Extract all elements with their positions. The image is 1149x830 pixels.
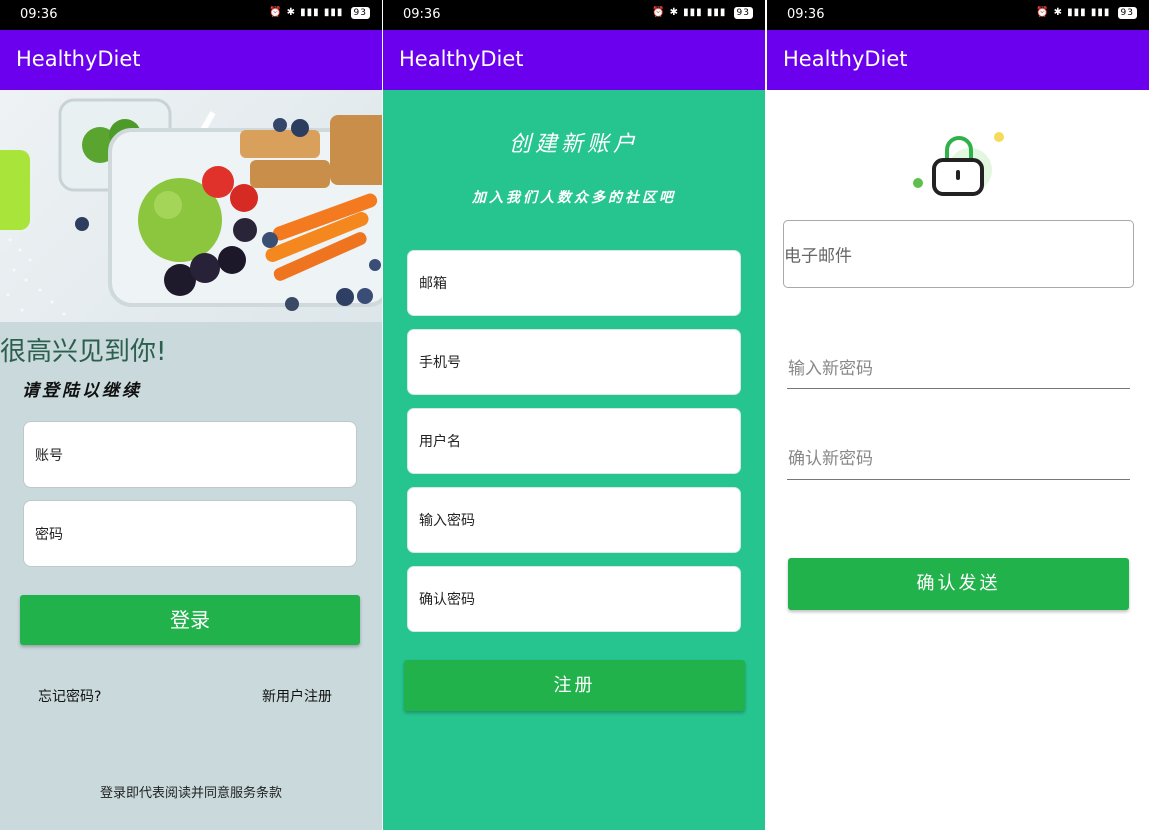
username-label: 用户名 — [419, 434, 461, 450]
password-label: 输入密码 — [419, 513, 475, 529]
confirm-password-label: 确认密码 — [419, 592, 475, 608]
app-title: HealthyDiet — [16, 47, 141, 71]
battery-icon: 93 — [1117, 7, 1137, 19]
hero-food-image — [0, 90, 382, 322]
username-field[interactable]: 用户名 — [407, 408, 741, 474]
email-field[interactable]: 邮箱 — [407, 250, 741, 316]
register-subtitle: 加入我们人数众多的社区吧 — [472, 190, 676, 206]
status-icons: ⏰ ✱ ▮▮▮ ▮▮▮ 93 — [652, 7, 753, 19]
status-bar: 09:36 ⏰ ✱ ▮▮▮ ▮▮▮ 93 — [383, 0, 765, 30]
app-title: HealthyDiet — [783, 47, 908, 71]
register-button[interactable]: 注册 — [404, 660, 745, 711]
confirm-password-field[interactable]: 确认密码 — [407, 566, 741, 632]
password-input[interactable]: 密码 — [23, 500, 357, 567]
status-icons: ⏰ ✱ ▮▮▮ ▮▮▮ 93 — [1036, 7, 1137, 19]
phone-label: 手机号 — [419, 355, 461, 371]
register-link[interactable]: 新用户注册 — [262, 686, 332, 706]
email-input[interactable]: 电子邮件 — [783, 220, 1134, 288]
phone-field[interactable]: 手机号 — [407, 329, 741, 395]
status-time: 09:36 — [20, 7, 58, 22]
app-title: HealthyDiet — [399, 47, 524, 71]
battery-icon: 93 — [350, 7, 370, 19]
login-button[interactable]: 登录 — [20, 595, 360, 645]
status-time: 09:36 — [787, 7, 825, 22]
email-label: 邮箱 — [419, 276, 447, 292]
account-placeholder: 账号 — [35, 447, 63, 464]
status-bar: 09:36 ⏰ ✱ ▮▮▮ ▮▮▮ 93 — [0, 0, 382, 30]
login-subtitle: 请登陆以继续 — [22, 381, 142, 401]
confirm-new-password-input[interactable]: 确认新密码 — [787, 430, 1130, 480]
new-password-placeholder: 输入新密码 — [788, 359, 873, 379]
greeting-text: 很高兴见到你! — [0, 337, 167, 367]
send-confirm-button[interactable]: 确认发送 — [788, 558, 1129, 610]
account-input[interactable]: 账号 — [23, 421, 357, 488]
status-bar: 09:36 ⏰ ✱ ▮▮▮ ▮▮▮ 93 — [767, 0, 1149, 30]
email-placeholder: 电子邮件 — [784, 246, 852, 267]
register-screen: 09:36 ⏰ ✱ ▮▮▮ ▮▮▮ 93 HealthyDiet 创建新账户 加… — [383, 0, 765, 830]
status-time: 09:36 — [403, 7, 441, 22]
status-icons: ⏰ ✱ ▮▮▮ ▮▮▮ 93 — [269, 7, 370, 19]
app-bar: HealthyDiet — [383, 30, 765, 90]
app-bar: HealthyDiet — [0, 30, 382, 90]
reset-password-screen: 09:36 ⏰ ✱ ▮▮▮ ▮▮▮ 93 HealthyDiet 电子邮件 输入… — [767, 0, 1149, 830]
register-title: 创建新账户 — [508, 132, 639, 157]
password-field[interactable]: 输入密码 — [407, 487, 741, 553]
forgot-password-link[interactable]: 忘记密码? — [38, 686, 101, 706]
confirm-new-password-placeholder: 确认新密码 — [788, 449, 873, 469]
battery-icon: 93 — [733, 7, 753, 19]
new-password-input[interactable]: 输入新密码 — [787, 340, 1130, 389]
password-placeholder: 密码 — [35, 526, 63, 543]
terms-text[interactable]: 登录即代表阅读并同意服务条款 — [0, 782, 382, 801]
app-bar: HealthyDiet — [767, 30, 1149, 90]
login-screen: 09:36 ⏰ ✱ ▮▮▮ ▮▮▮ 93 HealthyDiet 很高兴见到你!… — [0, 0, 382, 830]
lock-icon — [907, 126, 1007, 206]
